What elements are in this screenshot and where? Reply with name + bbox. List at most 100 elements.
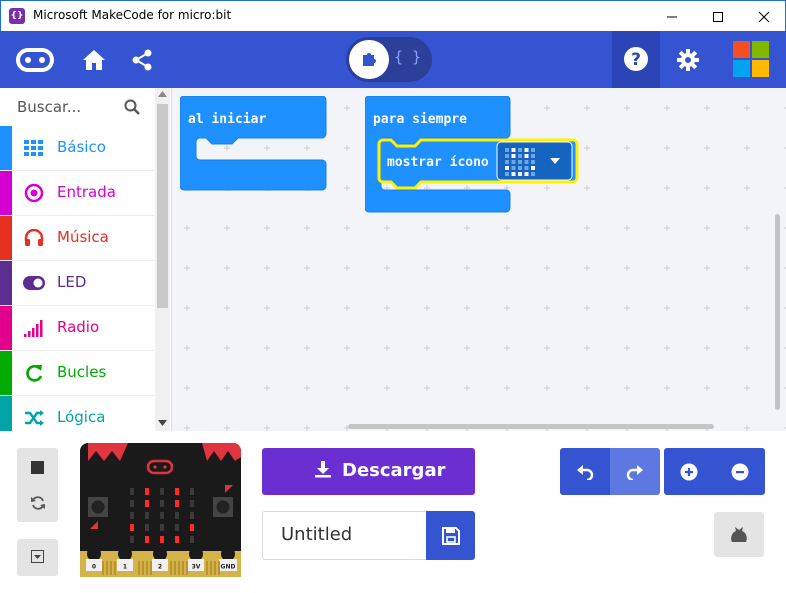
edge-pin	[150, 561, 152, 575]
category-led[interactable]: LED	[0, 261, 154, 306]
pin-hole	[118, 547, 132, 561]
microbit-led	[190, 524, 194, 531]
minimize-icon	[667, 16, 677, 17]
edge-pin	[182, 561, 184, 575]
restart-icon[interactable]	[28, 493, 47, 512]
edge-pin	[110, 561, 112, 575]
edge-pin	[206, 561, 208, 575]
blocks-mode-button[interactable]	[349, 40, 389, 79]
category-musica[interactable]: Música	[0, 216, 154, 261]
zoom-in-icon	[680, 463, 698, 480]
category-entrada[interactable]: Entrada	[0, 171, 154, 216]
edge-pin	[210, 561, 212, 575]
zoom-out-button[interactable]	[714, 448, 765, 495]
preview-led	[531, 172, 535, 176]
github-sync-button[interactable]	[714, 512, 764, 557]
category-label: LED	[57, 273, 87, 291]
save-button[interactable]	[426, 511, 475, 560]
workspace-horizontal-scrollbar[interactable]	[348, 424, 714, 429]
toggle-icon	[23, 273, 45, 293]
loop-arrow-icon	[23, 363, 45, 383]
category-label: Radio	[57, 318, 100, 336]
preview-led	[505, 166, 509, 170]
category-color-bar	[0, 261, 12, 305]
home-icon[interactable]	[80, 46, 108, 74]
pin-hole	[221, 547, 235, 561]
help-icon: ?	[624, 47, 648, 71]
download-label: Descargar	[342, 460, 446, 481]
microbit-led	[130, 524, 134, 531]
collapse-simulator-button[interactable]	[17, 539, 58, 576]
close-button[interactable]	[741, 1, 786, 32]
microbit-led	[145, 500, 149, 507]
undo-button[interactable]	[560, 448, 610, 495]
toolbox-search[interactable]: Buscar...	[0, 88, 154, 126]
microbit-led	[145, 512, 149, 519]
octocat-icon	[731, 526, 747, 542]
help-button[interactable]: ?	[612, 31, 660, 88]
maximize-button[interactable]	[695, 1, 741, 32]
microbit-led	[190, 488, 194, 495]
microbit-led	[130, 512, 134, 519]
share-icon[interactable]	[128, 46, 156, 74]
category-color-bar	[0, 171, 12, 215]
settings-gear-icon[interactable]	[674, 46, 702, 74]
minimize-button[interactable]	[649, 1, 695, 32]
scroll-down-icon	[158, 420, 167, 426]
edge-pin	[186, 561, 188, 575]
preview-led	[524, 154, 529, 158]
preview-led	[505, 172, 509, 176]
grid-icon	[23, 138, 45, 158]
microbit-simulator[interactable]: 0 1 2 3V GND	[80, 443, 241, 577]
led-matrix-preview[interactable]	[503, 146, 538, 178]
category-color-bar	[0, 306, 12, 350]
microsoft-logo-icon[interactable]	[733, 41, 769, 77]
microbit-led	[160, 512, 164, 519]
preview-led	[518, 160, 522, 164]
preview-led	[531, 148, 535, 152]
project-name-input[interactable]: Untitled	[262, 511, 426, 560]
download-icon	[314, 460, 332, 482]
button-a	[88, 497, 108, 517]
category-color-bar	[0, 126, 12, 170]
preview-led	[531, 160, 535, 164]
microbit-led	[130, 536, 134, 543]
zoom-in-button[interactable]	[664, 448, 714, 495]
on-start-block[interactable]	[180, 96, 328, 192]
search-icon[interactable]	[124, 99, 140, 119]
preview-led	[505, 160, 509, 164]
microbit-logo-icon[interactable]	[14, 45, 56, 75]
preview-led	[524, 160, 529, 164]
preview-led	[511, 172, 516, 176]
pin-hole	[189, 547, 203, 561]
preview-led	[518, 166, 522, 170]
zoom-out-icon	[731, 463, 748, 480]
category-logica[interactable]: Lógica	[0, 396, 154, 431]
close-icon	[758, 11, 770, 22]
editor-mode-toggle[interactable]: { }	[346, 37, 432, 82]
category-label: Bucles	[57, 363, 107, 381]
category-radio[interactable]: Radio	[0, 306, 154, 351]
preview-led	[518, 148, 522, 152]
preview-led	[505, 154, 509, 158]
redo-button[interactable]	[610, 448, 660, 495]
maximize-icon	[713, 11, 723, 22]
preview-led	[511, 154, 516, 158]
workspace-vertical-scrollbar[interactable]	[775, 214, 780, 410]
headphones-icon	[23, 228, 45, 248]
preview-led	[505, 148, 509, 152]
preview-led	[524, 172, 529, 176]
toolbox-scroll-thumb[interactable]	[157, 104, 168, 308]
category-label: Lógica	[57, 408, 106, 426]
search-input[interactable]: Buscar...	[17, 98, 81, 116]
category-bucles[interactable]: Bucles	[0, 351, 154, 396]
download-button[interactable]: Descargar	[262, 448, 475, 495]
category-basico[interactable]: Básico	[0, 126, 154, 171]
microbit-led	[160, 524, 164, 531]
javascript-mode-button[interactable]: { }	[394, 48, 421, 66]
svg-text:?: ?	[631, 50, 641, 70]
category-label: Básico	[57, 138, 106, 156]
stop-icon[interactable]	[29, 459, 46, 476]
preview-led	[518, 172, 522, 176]
show-icon-label: mostrar ícono	[387, 155, 489, 170]
